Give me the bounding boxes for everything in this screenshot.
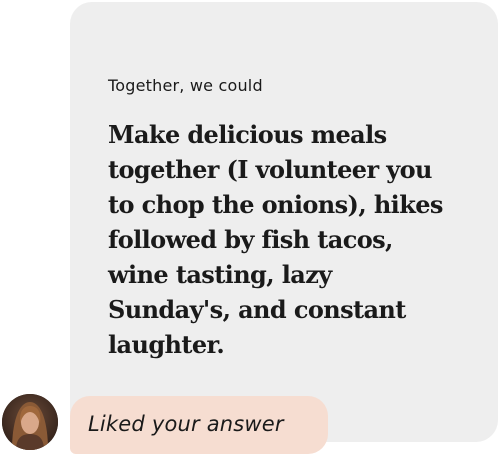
avatar-photo-icon — [2, 394, 58, 450]
prompt-answer-card[interactable]: Together, we could Make delicious meals … — [70, 2, 498, 442]
like-message-bubble[interactable]: Liked your answer — [70, 396, 328, 454]
like-message-text: Liked your answer — [88, 412, 284, 436]
user-avatar[interactable] — [2, 394, 58, 450]
prompt-question: Together, we could — [108, 76, 263, 95]
chat-area: Together, we could Make delicious meals … — [0, 0, 500, 459]
prompt-answer-text: Make delicious meals together (I volunte… — [108, 120, 443, 359]
